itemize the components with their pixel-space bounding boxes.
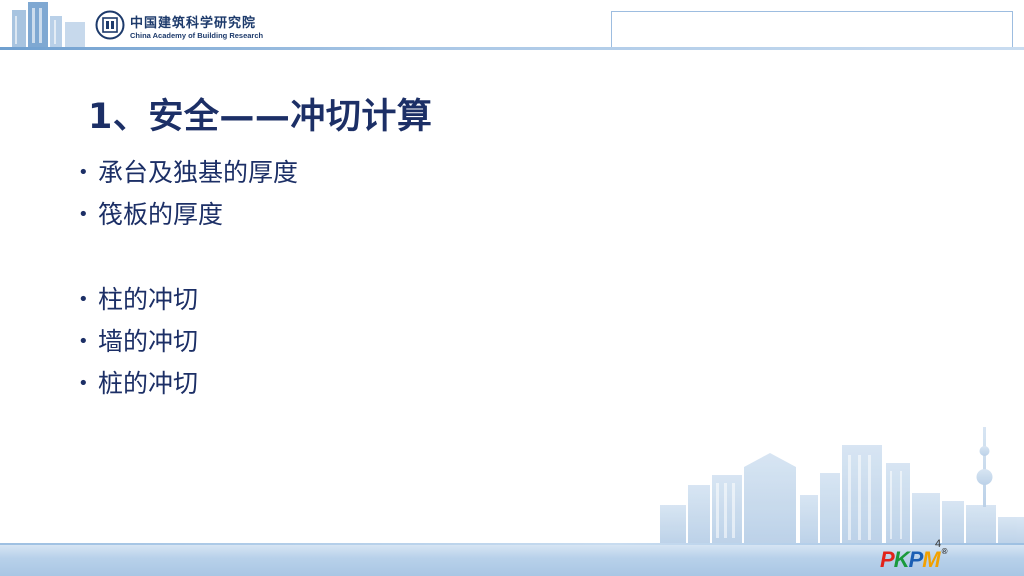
logo-letter: P — [880, 547, 895, 572]
header-title-box — [611, 11, 1013, 47]
bullet-marker: • — [78, 331, 89, 352]
bullet-text: 柱的冲切 — [98, 285, 199, 314]
city-skyline-icon — [660, 427, 1024, 545]
registered-mark: ® — [941, 547, 948, 556]
org-name-cn: 中国建筑科学研究院 — [130, 16, 257, 31]
logo-letter: M — [922, 547, 940, 572]
bullet-text: 承台及独基的厚度 — [98, 158, 299, 187]
pkpm-logo: PKPM ® — [880, 547, 948, 572]
slide: 中国建筑科学研究院 China Academy of Building Rese… — [0, 0, 1024, 576]
cabr-emblem-icon — [95, 10, 125, 40]
bullet-spacer — [78, 236, 298, 279]
bullet-item: • 筏板的厚度 — [78, 194, 298, 236]
bullet-item: • 承台及独基的厚度 — [78, 152, 298, 194]
bullet-item: • 墙的冲切 — [78, 321, 298, 363]
org-name-en: China Academy of Building Research — [130, 31, 264, 40]
bullet-item: • 柱的冲切 — [78, 279, 298, 321]
footer-divider — [0, 543, 1024, 545]
bullet-list: • 承台及独基的厚度 • 筏板的厚度 • 柱的冲切 • 墙的冲切 • 桩的冲切 — [78, 152, 298, 405]
bullet-text: 筏板的厚度 — [98, 200, 224, 229]
footer-band — [0, 543, 1024, 576]
header: 中国建筑科学研究院 China Academy of Building Rese… — [0, 0, 1024, 50]
building-silhouette-icon — [12, 2, 85, 47]
bullet-text: 桩的冲切 — [98, 369, 199, 398]
bullet-marker: • — [78, 373, 89, 394]
bullet-marker: • — [78, 204, 89, 225]
slide-title: 1、安全——冲切计算 — [88, 97, 433, 137]
bullet-marker: • — [78, 162, 89, 183]
bullet-text: 墙的冲切 — [98, 327, 199, 356]
bullet-marker: • — [78, 289, 89, 310]
header-divider — [0, 47, 1024, 50]
bullet-item: • 桩的冲切 — [78, 363, 298, 405]
logo-letter: K — [893, 547, 910, 572]
logo-letter: P — [908, 547, 924, 572]
